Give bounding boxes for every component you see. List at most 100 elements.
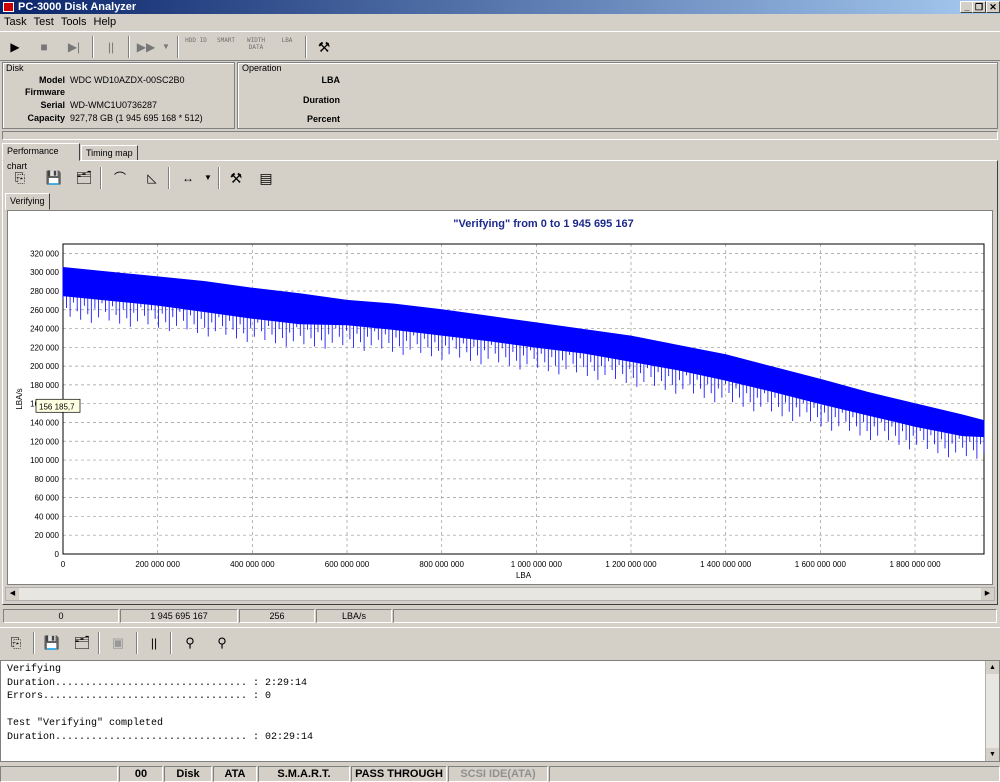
statusbar-empty: [549, 766, 1000, 782]
chart-slope-icon[interactable]: ◺: [140, 167, 164, 189]
statusbar-pass-through: PASS THROUGH: [351, 766, 447, 782]
x-tick-label: 0: [61, 560, 66, 569]
lba-button[interactable]: LBA: [272, 37, 302, 59]
performance-chart: "Verifying" from 0 to 1 945 695 167 0 20 0…: [15, 218, 985, 580]
disk-group-label: Disk: [6, 63, 24, 73]
menu-task[interactable]: Task: [0, 15, 30, 30]
save-all-icon[interactable]: 🗂: [72, 167, 96, 189]
next-icon[interactable]: ▶|: [62, 36, 86, 58]
fast-forward-icon[interactable]: ▶▶: [134, 36, 158, 58]
status-unit: LBA/s: [316, 609, 392, 623]
y-tick-label: 300 000: [30, 268, 59, 277]
pause-icon[interactable]: ||: [99, 36, 123, 58]
chart-tools-icon[interactable]: ⚒: [224, 167, 248, 189]
y-tick-label: 60 000: [35, 494, 60, 503]
x-tick-label: 1 000 000 000: [511, 560, 563, 569]
dropdown-arrow-icon[interactable]: ▼: [160, 36, 172, 58]
tab-performance-chart[interactable]: Performance chart: [2, 143, 80, 171]
statusbar-port: 00: [119, 766, 163, 782]
y-tick-label: 280 000: [30, 287, 59, 296]
report-icon[interactable]: ▤: [254, 167, 278, 189]
x-tick-label: 400 000 000: [230, 560, 275, 569]
log-line: Test "Verifying" completed: [7, 718, 164, 729]
tools-icon[interactable]: ⚒: [312, 36, 336, 58]
log-export-icon[interactable]: ⎘: [4, 632, 28, 654]
serial-label: Serial: [40, 100, 65, 110]
status-block-size: 256: [239, 609, 315, 623]
statusbar-disk: Disk: [164, 766, 212, 782]
title-bar: PC-3000 Disk Analyzer: [0, 0, 1000, 14]
statusbar-ata: ATA: [213, 766, 257, 782]
x-tick-label: 1 200 000 000: [605, 560, 657, 569]
tab-verifying[interactable]: Verifying: [5, 193, 50, 210]
scroll-right-icon[interactable]: ▶: [981, 588, 994, 600]
scroll-down-icon[interactable]: ▼: [986, 748, 999, 761]
x-tick-label: 800 000 000: [419, 560, 464, 569]
y-tick-label: 320 000: [30, 249, 59, 258]
log-pause-icon[interactable]: ||: [142, 632, 166, 654]
model-label: Model: [39, 75, 65, 85]
menu-tools[interactable]: Tools: [57, 15, 90, 30]
tab-timing-map[interactable]: Timing map: [81, 145, 138, 161]
log-save-all-icon[interactable]: 🗂: [70, 632, 94, 654]
y-tick-label: 240 000: [30, 325, 59, 334]
status-empty: [393, 609, 997, 623]
log-copy-icon[interactable]: ▣: [106, 632, 130, 654]
capacity-label: Capacity: [27, 113, 65, 123]
chart-area: "Verifying" from 0 to 1 945 695 167 0 20 0…: [7, 210, 993, 585]
log-scrollbar[interactable]: ▲ ▼: [985, 661, 999, 761]
menu-test[interactable]: Test: [30, 15, 57, 30]
play-icon[interactable]: ▶: [3, 36, 27, 58]
y-tick-label: 100 000: [30, 456, 59, 465]
menu-help[interactable]: Help: [90, 15, 120, 30]
tooltip-value: 156 185,7: [39, 402, 75, 411]
log-line: Verifying: [7, 664, 62, 675]
find-next-icon[interactable]: ⚲: [210, 632, 234, 654]
log-line: Duration................................…: [7, 731, 314, 743]
statusbar-scsi: SCSI IDE(ATA): [448, 766, 548, 782]
y-tick-label: 80 000: [35, 475, 60, 484]
y-tick-label: 220 000: [30, 343, 59, 352]
chart-scale-icon[interactable]: ⌒: [108, 167, 132, 189]
serial-value: WD-WMC1U0736287: [70, 100, 158, 110]
statusbar-smart: S.M.A.R.T.: [258, 766, 350, 782]
restore-button[interactable]: ❐: [972, 1, 986, 13]
y-tick-label: 140 000: [30, 418, 59, 427]
range-dropdown-icon[interactable]: ▼: [202, 167, 214, 189]
smart-button[interactable]: SMART: [211, 37, 241, 59]
find-icon[interactable]: ⚲: [178, 632, 202, 654]
y-tick-label: 180 000: [30, 381, 59, 390]
x-axis-label: LBA: [516, 571, 532, 580]
width-data-button[interactable]: WIDTH DATA: [241, 37, 271, 59]
stop-icon[interactable]: ■: [32, 36, 56, 58]
statusbar-blank: [0, 766, 118, 782]
range-icon[interactable]: ↔: [176, 167, 200, 189]
chart-toolbar: ⎘ 💾 🗂 ⌒ ◺ ↔ ▼ ⚒ ▤: [4, 163, 294, 191]
main-toolbar: ▶ ■ ▶| || ▶▶ ▼ HDD ID SMART WIDTH DATA L…: [0, 31, 1000, 61]
save-icon[interactable]: 💾: [42, 167, 66, 189]
log-save-icon[interactable]: 💾: [40, 632, 64, 654]
close-button[interactable]: ✕: [986, 1, 1000, 13]
y-tick-label: 200 000: [30, 362, 59, 371]
capacity-value: 927,78 GB (1 945 695 168 * 512): [70, 113, 203, 123]
lba-label: LBA: [321, 75, 341, 85]
scroll-left-icon[interactable]: ◀: [6, 588, 19, 600]
scroll-up-icon[interactable]: ▲: [986, 661, 999, 674]
hdd-id-button[interactable]: HDD ID: [181, 37, 211, 59]
x-tick-label: 1 800 000 000: [889, 560, 941, 569]
x-tick-label: 600 000 000: [325, 560, 370, 569]
log-panel: Verifying Duration......................…: [0, 660, 1000, 762]
progress-bar: [2, 131, 998, 140]
firmware-label: Firmware: [24, 87, 65, 97]
chart-scrollbar[interactable]: ◀ ▶: [5, 587, 995, 601]
log-toolbar: ⎘ 💾 🗂 ▣ || ⚲ ⚲: [0, 627, 1000, 657]
percent-label: Percent: [306, 114, 340, 124]
y-tick-label: 20 000: [35, 531, 60, 540]
y-tick-label: 120 000: [30, 437, 59, 446]
y-tick-label: 260 000: [30, 306, 59, 315]
y-tick-label: 0: [55, 550, 60, 559]
x-tick-label: 1 400 000 000: [700, 560, 752, 569]
duration-label: Duration: [303, 95, 340, 105]
x-tick-label: 200 000 000: [135, 560, 180, 569]
